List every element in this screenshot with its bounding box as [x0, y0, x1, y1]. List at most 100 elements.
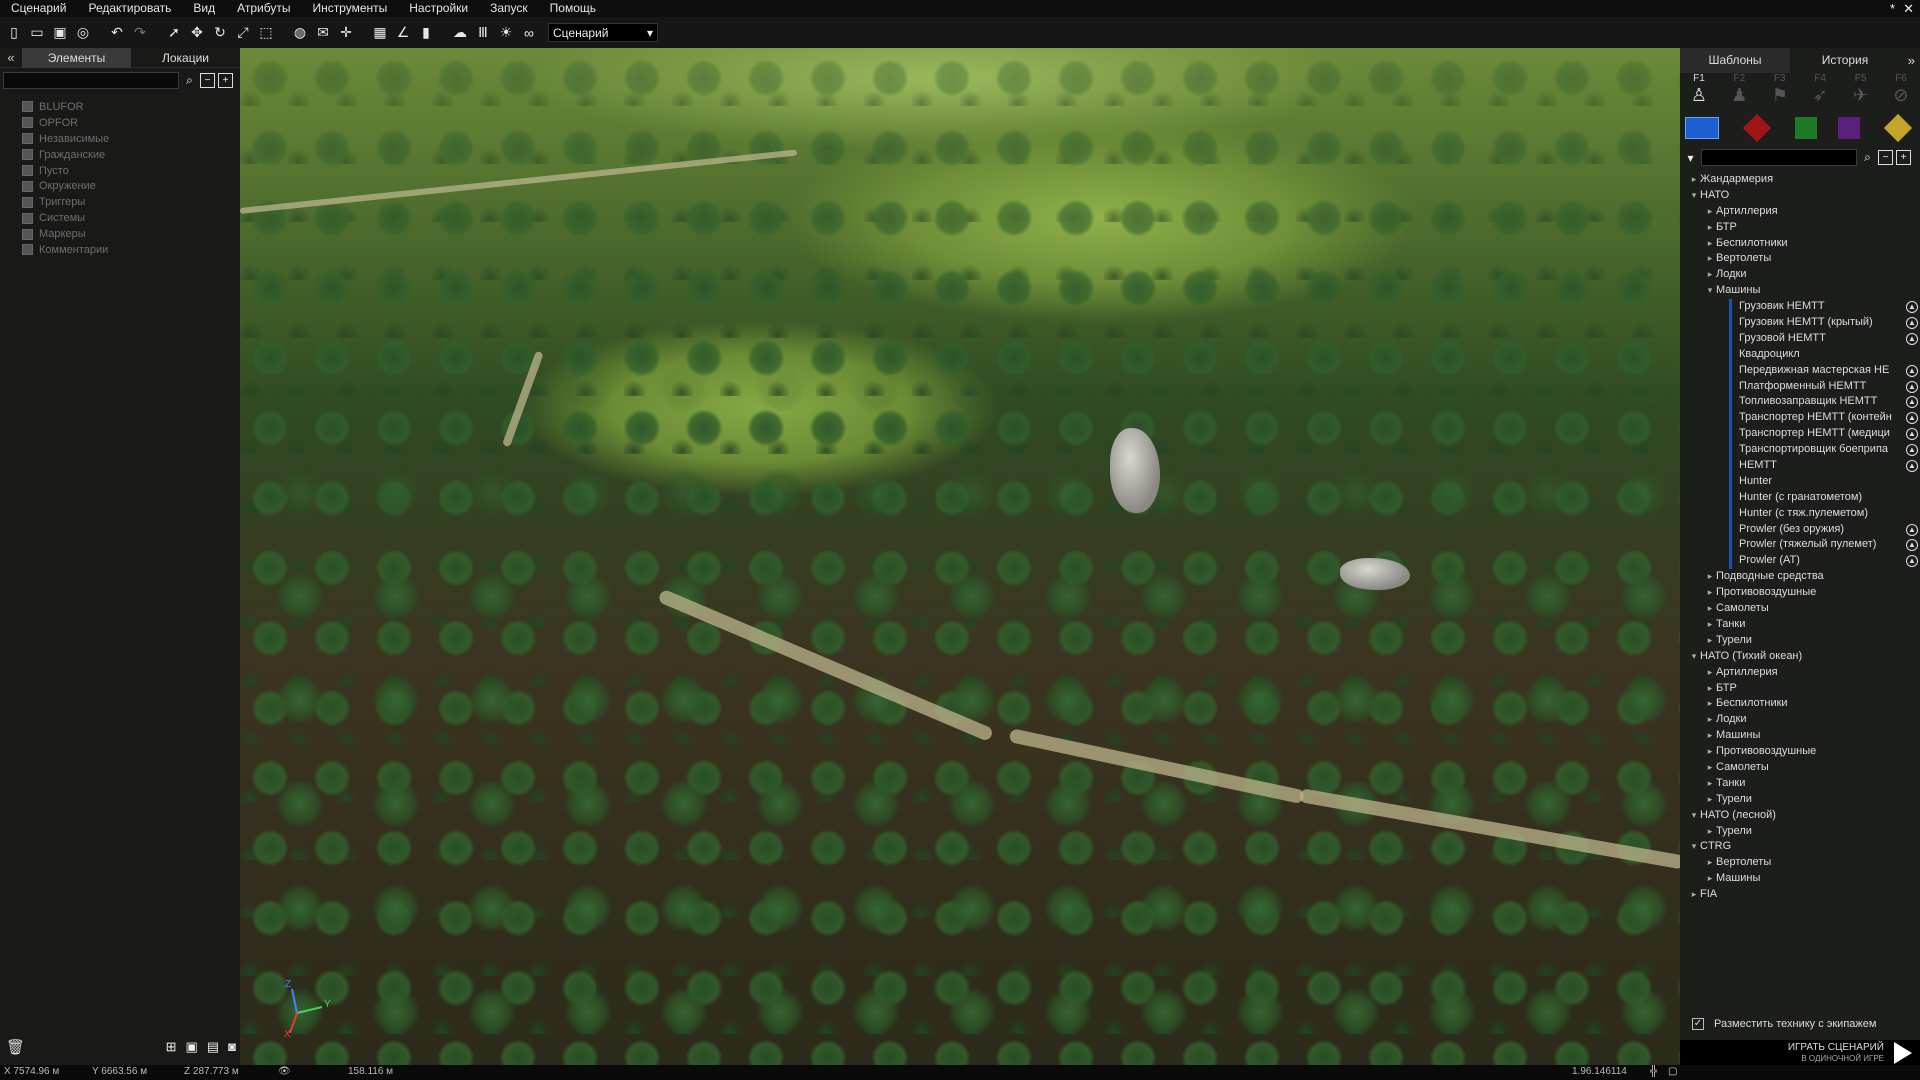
chevron-right-icon[interactable]: ▸ — [1704, 617, 1716, 633]
lock-layer-icon[interactable]: ▤ — [207, 1039, 219, 1055]
tree-item[interactable]: ▾ Машины — [1680, 283, 1920, 299]
layer-checkbox[interactable] — [22, 212, 33, 224]
tree-item[interactable]: ▸ Машины — [1680, 728, 1920, 744]
chevron-right-icon[interactable]: ▸ — [1704, 696, 1716, 712]
chevron-right-icon[interactable]: ▸ — [1704, 871, 1716, 887]
tree-item[interactable]: ▸ Противовоздушные — [1680, 744, 1920, 760]
pin-icon[interactable]: * — [1890, 1, 1895, 17]
tab-templates[interactable]: Шаблоны — [1680, 48, 1790, 73]
layer-checkbox[interactable] — [22, 244, 33, 256]
weather-icon[interactable]: ☁ — [450, 23, 470, 43]
layer-checkbox[interactable] — [22, 117, 33, 129]
chevron-right-icon[interactable]: ▸ — [1704, 220, 1716, 236]
tree-item[interactable]: Hunter (с тяж.пулеметом) — [1680, 505, 1920, 522]
map-toggle-icon[interactable]: ▢ — [1668, 1066, 1677, 1077]
list-item[interactable]: OPFOR — [22, 115, 240, 131]
mode-key-f4[interactable]: F4 ➶ — [1807, 73, 1833, 111]
tab-locations[interactable]: Локации — [131, 48, 240, 68]
binoculars-icon[interactable]: ∞ — [519, 23, 539, 43]
chevron-right-icon[interactable]: ▸ — [1704, 236, 1716, 252]
tree-item[interactable]: ▸ Жандармерия — [1680, 172, 1920, 188]
tree-item[interactable]: ▾ НАТО (Тихий океан) — [1680, 649, 1920, 665]
chevron-right-icon[interactable]: ▸ — [1704, 665, 1716, 681]
tree-item[interactable]: ▸ Турели — [1680, 824, 1920, 840]
tree-item[interactable]: ▸ Артиллерия — [1680, 665, 1920, 681]
tree-item[interactable]: ▸ Турели — [1680, 633, 1920, 649]
tree-item[interactable]: Грузовик HEMTT (крытый) ▲ — [1680, 315, 1920, 331]
angle-icon[interactable]: ∠ — [393, 23, 413, 43]
tree-item[interactable]: ▸ Беспилотники — [1680, 236, 1920, 252]
chevron-down-icon[interactable]: ▾ — [1688, 808, 1700, 824]
collapse-left-icon[interactable]: « — [0, 50, 22, 65]
menu-tools[interactable]: Инструменты — [301, 0, 398, 17]
globe-icon[interactable]: ◍ — [290, 23, 310, 43]
collapse-all-icon[interactable]: − — [200, 73, 215, 88]
tab-history[interactable]: История — [1790, 48, 1900, 73]
expand-all-icon[interactable]: + — [1896, 150, 1911, 165]
tree-item[interactable]: ▸ БТР — [1680, 220, 1920, 236]
list-item[interactable]: Независимые — [22, 131, 240, 147]
chevron-right-icon[interactable]: ▸ — [1704, 760, 1716, 776]
tree-item[interactable]: HEMTT ▲ — [1680, 458, 1920, 474]
chevron-right-icon[interactable]: ▸ — [1704, 776, 1716, 792]
tree-item[interactable]: ▸ БТР — [1680, 681, 1920, 697]
tree-item[interactable]: ▸ Танки — [1680, 776, 1920, 792]
map-icon[interactable]: ✉ — [313, 23, 333, 43]
tree-item[interactable]: Транспортер HEMTT (контейн ▲ — [1680, 410, 1920, 427]
tree-item[interactable]: ▸ Турели — [1680, 792, 1920, 808]
measure-icon[interactable]: ▮ — [416, 23, 436, 43]
sun-icon[interactable]: ☀ — [496, 23, 516, 43]
tree-item[interactable]: Prowler (без оружия) ▲ — [1680, 521, 1920, 538]
tree-item[interactable]: ▸ Самолеты — [1680, 760, 1920, 776]
tree-item[interactable]: ▸ Лодки — [1680, 712, 1920, 728]
chevron-right-icon[interactable]: ▸ — [1688, 172, 1700, 188]
list-item[interactable]: Триггеры — [22, 194, 240, 210]
tree-item[interactable]: Платформенный HEMTT ▲ — [1680, 378, 1920, 395]
collapse-all-icon[interactable]: − — [1878, 150, 1893, 165]
chevron-right-icon[interactable]: ▸ — [1704, 633, 1716, 649]
bars-icon[interactable]: Ⅲ — [473, 23, 493, 43]
tree-item[interactable]: ▸ Беспилотники — [1680, 696, 1920, 712]
select-tool-icon[interactable]: ➚ — [164, 23, 184, 43]
tree-item[interactable]: Prowler (тяжелый пулемет) ▲ — [1680, 537, 1920, 554]
layer-checkbox[interactable] — [22, 228, 33, 240]
list-item[interactable]: Окружение — [22, 178, 240, 194]
chevron-right-icon[interactable]: ▸ — [1704, 712, 1716, 728]
tree-item[interactable]: Передвижная мастерская HE ▲ — [1680, 362, 1920, 379]
chevron-right-icon[interactable]: ▸ — [1704, 681, 1716, 697]
tree-item[interactable]: ▸ Самолеты — [1680, 601, 1920, 617]
chevron-right-icon[interactable]: ▸ — [1704, 601, 1716, 617]
chevron-right-icon[interactable]: ▸ — [1704, 585, 1716, 601]
tree-item[interactable]: Hunter — [1680, 473, 1920, 490]
close-icon[interactable]: ✕ — [1903, 1, 1914, 17]
folder-icon[interactable]: ▣ — [186, 1039, 198, 1055]
tree-item[interactable]: Транспортировщик боеприпа ▲ — [1680, 442, 1920, 459]
open-folder-icon[interactable]: ▭ — [27, 23, 47, 43]
collapse-right-icon[interactable]: » — [1908, 53, 1920, 68]
rotate-tool-icon[interactable]: ↻ — [210, 23, 230, 43]
chevron-right-icon[interactable]: ▸ — [1704, 251, 1716, 267]
chevron-right-icon[interactable]: ▸ — [1704, 204, 1716, 220]
tree-item[interactable]: Prowler (AT) ▲ — [1680, 553, 1920, 570]
tree-item[interactable]: Транспортер HEMTT (медици ▲ — [1680, 426, 1920, 443]
place-with-crew-option[interactable]: ✓ Разместить технику с экипажем — [1680, 1013, 1920, 1035]
publish-icon[interactable]: ◎ — [73, 23, 93, 43]
new-file-icon[interactable]: ▯ — [4, 23, 24, 43]
add-layer-icon[interactable]: ⊞ — [166, 1039, 177, 1055]
list-item[interactable]: BLUFOR — [22, 99, 240, 115]
tree-item[interactable]: ▸ FIA — [1680, 887, 1920, 903]
dropdown-icon[interactable]: ▾ — [1683, 150, 1698, 165]
chevron-down-icon[interactable]: ▾ — [1688, 649, 1700, 665]
3d-viewport[interactable]: Y Z X — [240, 48, 1680, 1065]
area-select-icon[interactable]: ⬚ — [256, 23, 276, 43]
list-item[interactable]: Маркеры — [22, 226, 240, 242]
undo-icon[interactable]: ↶ — [107, 23, 127, 43]
tree-item[interactable]: ▾ НАТО (лесной) — [1680, 808, 1920, 824]
snap-icon[interactable]: ✛ — [336, 23, 356, 43]
search-icon[interactable]: ⌕ — [1860, 150, 1875, 165]
tree-item[interactable]: Квадроцикл — [1680, 346, 1920, 363]
tree-item[interactable]: ▸ Вертолеты — [1680, 251, 1920, 267]
list-item[interactable]: Гражданские — [22, 147, 240, 163]
tree-item[interactable]: ▸ Противовоздушные — [1680, 585, 1920, 601]
chevron-right-icon[interactable]: ▸ — [1688, 887, 1700, 903]
